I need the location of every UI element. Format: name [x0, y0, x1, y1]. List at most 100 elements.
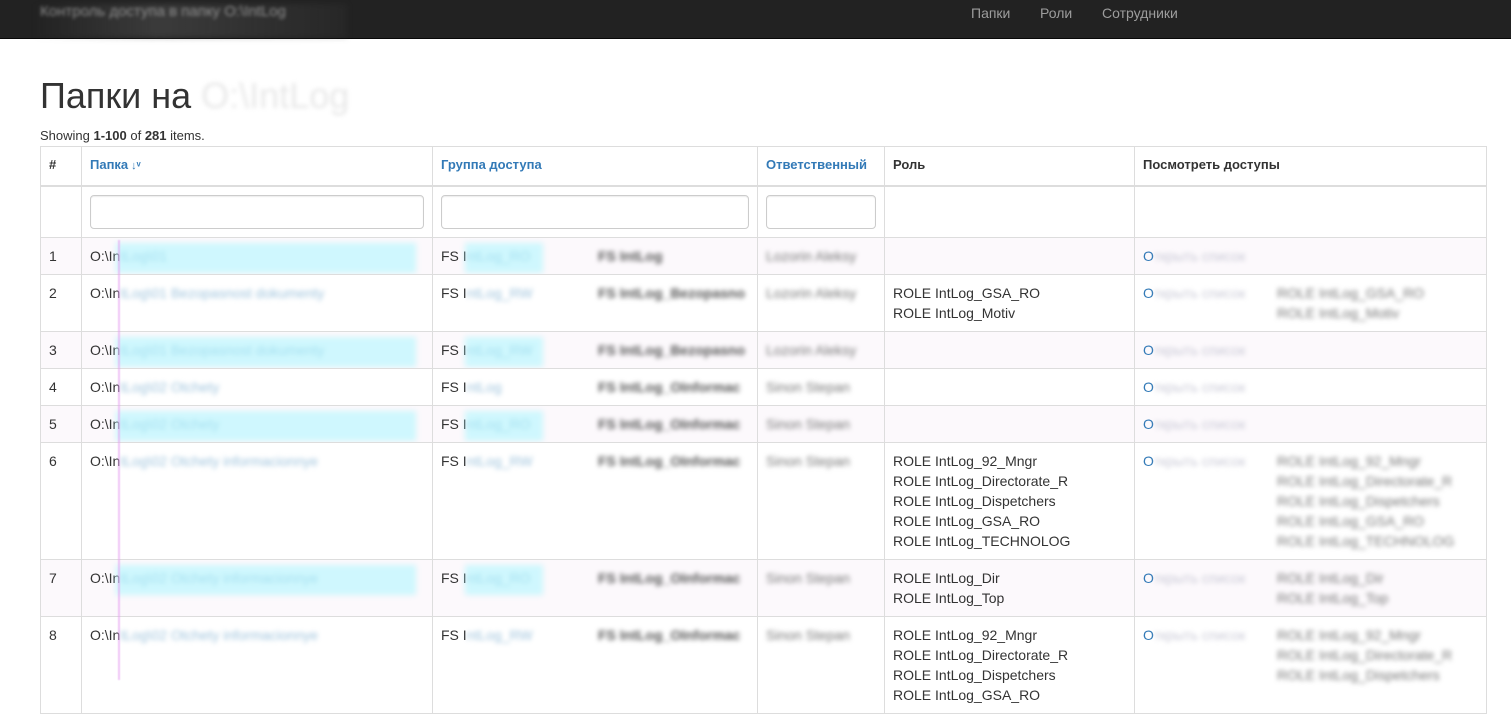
role-item: ROLE IntLog_GSA_RO: [893, 687, 1041, 703]
nav-item-roles[interactable]: Роли: [1040, 0, 1072, 26]
group-cell: FS IntLog_RO FS IntLog: [432, 237, 758, 275]
view-cell: Открыть список: [1134, 331, 1487, 369]
view-access-link[interactable]: Открыть список: [1143, 379, 1245, 395]
group-name: FS IntLog_OInformac: [598, 416, 741, 432]
view-cell: Открыть список ROLE IntLog_92_Mngr ROLE In…: [1134, 616, 1487, 714]
row-number: 5: [40, 405, 82, 443]
owner-cell: Sinon Stepan: [757, 616, 885, 714]
view-link-rest: ткрыть список: [1153, 570, 1246, 586]
folder-cell: O:\IntLog\02 Otchety informacionnye: [81, 559, 433, 617]
view-access-link[interactable]: Открыть список: [1143, 416, 1245, 432]
view-link-initial: О: [1143, 342, 1154, 358]
table-row: 2 O:\IntLog\01 Bezopasnost dokumenty FS In…: [40, 274, 1487, 332]
view-link-rest: ткрыть список: [1153, 379, 1246, 395]
view-role-item: ROLE IntLog_TECHNOLOG: [1277, 533, 1455, 549]
view-roles: ROLE IntLog_92_Mngr ROLE IntLog_Directora…: [1277, 625, 1452, 685]
view-access-link[interactable]: Открыть список: [1143, 248, 1245, 264]
group-filter-input[interactable]: [441, 195, 749, 229]
col-header-owner[interactable]: Ответственный: [757, 146, 885, 187]
col-header-folder[interactable]: Папка ↓ᵛ: [81, 146, 433, 187]
owner-cell: Sinon Stepan: [757, 368, 885, 406]
view-role-item: ROLE IntLog_92_Mngr: [1277, 453, 1421, 469]
role-cell: [884, 405, 1135, 443]
group-name: FS IntLog_OInformac: [598, 379, 741, 395]
group-value: FS IntLog_RW: [441, 342, 533, 358]
view-link-rest: ткрыть список: [1153, 342, 1246, 358]
col-header-folder-label: Папка: [90, 157, 129, 172]
role-cell: ROLE IntLog_GSA_RO ROLE IntLog_Motiv: [884, 274, 1135, 332]
folder-cell: O:\IntLog\01: [81, 237, 433, 275]
group-name: FS IntLog_OInformac: [598, 453, 741, 469]
group-cell: FS IntLog FS IntLog_OInformac: [432, 368, 758, 406]
folder-cell: O:\IntLog\01 Bezopasnost dokumenty: [81, 274, 433, 332]
view-roles: ROLE IntLog_92_Mngr ROLE IntLog_Directora…: [1277, 451, 1454, 551]
nav-item-employees[interactable]: Сотрудники: [1102, 0, 1178, 26]
view-access-link[interactable]: Открыть список: [1143, 627, 1245, 643]
group-cell: FS IntLog_RW FS IntLog_OInformac: [432, 616, 758, 714]
view-role-item: ROLE IntLog_92_Mngr: [1277, 627, 1421, 643]
table-row: 8 O:\IntLog\02 Otchety informacionnye FS I…: [40, 616, 1487, 714]
owner-cell: Lozorin Aleksy: [757, 237, 885, 275]
summary: Showing 1-100 of 281 items.: [40, 128, 205, 144]
summary-total: 281: [144, 128, 167, 143]
group-cell: FS IntLog_RW FS IntLog_OInformac: [432, 442, 758, 560]
table-row: 1 O:\IntLog\01 FS IntLog_RO FS IntLog Lozori…: [40, 237, 1487, 275]
view-role-item: ROLE IntLog_Top: [1277, 590, 1389, 606]
view-cell: Открыть список: [1134, 237, 1487, 275]
role-cell: ROLE IntLog_92_Mngr ROLE IntLog_Directora…: [884, 442, 1135, 560]
group-cell: FS IntLog_RW FS IntLog_Bezopasno: [432, 274, 758, 332]
view-link-initial: О: [1143, 285, 1154, 301]
navbar: Контроль доступа в папку O:\IntLog Папки…: [0, 0, 1511, 39]
owner-name: Sinon Stepan: [766, 570, 851, 586]
owner-filter-input[interactable]: [766, 195, 876, 229]
view-access-link[interactable]: Открыть список: [1143, 342, 1245, 358]
table-row: 3 O:\IntLog\01 Bezopasnost dokumenty FS In…: [40, 331, 1487, 369]
view-cell: Открыть список: [1134, 405, 1487, 443]
filter-cell-role: [884, 185, 1135, 238]
view-roles: ROLE IntLog_Dir ROLE IntLog_Top: [1277, 568, 1388, 608]
owner-cell: Lozorin Aleksy: [757, 274, 885, 332]
view-cell: Открыть список ROLE IntLog_GSA_RO ROLE Int…: [1134, 274, 1487, 332]
view-access-link[interactable]: Открыть список: [1143, 285, 1245, 301]
sort-owner-link[interactable]: Ответственный: [766, 157, 867, 172]
page-title: Папки на O:\IntLog: [40, 76, 349, 116]
view-role-item: ROLE IntLog_Directorate_R: [1277, 473, 1453, 489]
folder-path: O:\IntLog\02 Otchety informacionnye: [90, 453, 319, 469]
role-item: ROLE IntLog_Motiv: [893, 305, 1016, 321]
page-title-text: Папки на: [40, 75, 192, 116]
owner-cell: Sinon Stepan: [757, 559, 885, 617]
owner-name: Sinon Stepan: [766, 453, 851, 469]
group-value: FS IntLog_RO: [441, 416, 531, 432]
role-item: ROLE IntLog_92_Mngr: [893, 453, 1037, 469]
group-value: FS IntLog_RW: [441, 453, 533, 469]
summary-range: 1-100: [93, 128, 127, 143]
view-cell: Открыть список ROLE IntLog_Dir ROLE IntLog…: [1134, 559, 1487, 617]
sort-group-link[interactable]: Группа доступа: [441, 157, 542, 172]
group-name: FS IntLog_OInformac: [598, 627, 741, 643]
folder-cell: O:\IntLog\02 Otchety informacionnye: [81, 442, 433, 560]
folder-path: O:\IntLog\01 Bezopasnost dokumenty: [90, 285, 325, 301]
role-item: ROLE IntLog_Dir: [893, 570, 1000, 586]
page-title-suffix: O:\IntLog: [201, 75, 350, 116]
col-header-group[interactable]: Группа доступа: [432, 146, 758, 187]
group-cell: FS IntLog_RW FS IntLog_Bezopasno: [432, 331, 758, 369]
row-number: 1: [40, 237, 82, 275]
row-number: 3: [40, 331, 82, 369]
view-role-item: ROLE IntLog_GSA_RO: [1277, 285, 1425, 301]
sort-folder-link[interactable]: Папка: [90, 157, 128, 172]
group-value: FS IntLog_RW: [441, 627, 533, 643]
folder-filter-input[interactable]: [90, 195, 424, 229]
owner-cell: Sinon Stepan: [757, 405, 885, 443]
role-item: ROLE IntLog_GSA_RO: [893, 285, 1041, 301]
view-access-link[interactable]: Открыть список: [1143, 453, 1245, 469]
role-cell: [884, 237, 1135, 275]
role-item: ROLE IntLog_GSA_RO: [893, 513, 1041, 529]
filter-cell-folder: [81, 185, 433, 238]
nav-item-folders[interactable]: Папки: [971, 0, 1010, 26]
navbar-brand[interactable]: Контроль доступа в папку O:\IntLog: [40, 2, 286, 22]
folder-path: O:\IntLog\02 Otchety informacionnye: [90, 570, 319, 586]
view-access-link[interactable]: Открыть список: [1143, 570, 1245, 586]
folder-path: O:\IntLog\01: [90, 248, 168, 264]
owner-cell: Lozorin Aleksy: [757, 331, 885, 369]
owner-name: Lozorin Aleksy: [766, 285, 857, 301]
